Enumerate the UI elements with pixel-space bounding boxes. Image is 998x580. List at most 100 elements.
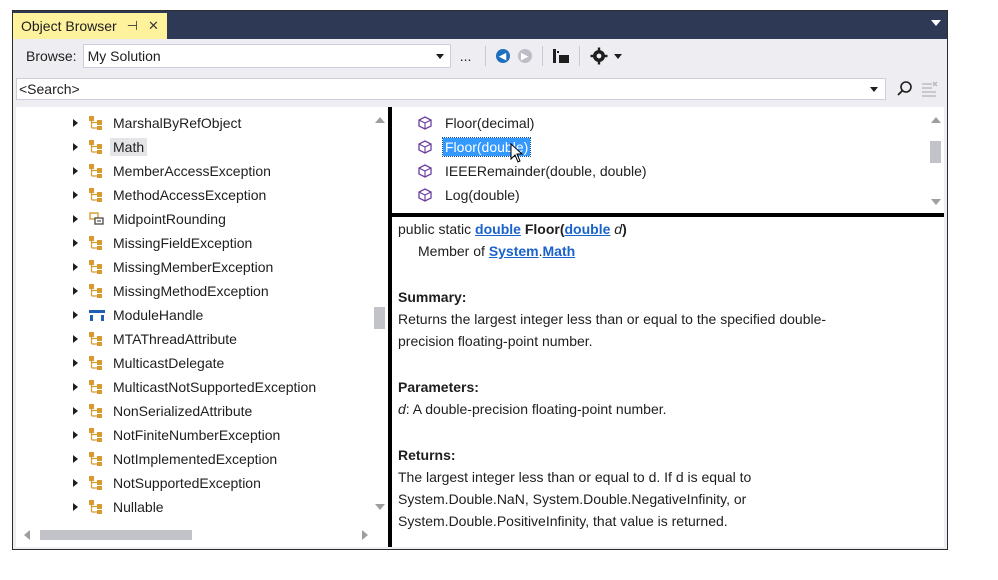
member-item[interactable]: IEEERemainder(double, double) <box>418 160 647 182</box>
expand-arrow-icon[interactable] <box>73 383 78 391</box>
window-menu-dropdown-icon[interactable] <box>931 20 941 26</box>
expand-arrow-icon[interactable] <box>73 407 78 415</box>
tree-item-label: ModuleHandle <box>113 307 204 323</box>
tree-item[interactable]: Nullable <box>73 496 164 518</box>
expand-arrow-icon[interactable] <box>73 167 78 175</box>
tree-item[interactable]: MulticastNotSupportedException <box>73 376 316 398</box>
parameter-description: d: A double-precision floating-point num… <box>398 401 667 417</box>
tree-item[interactable]: MidpointRounding <box>73 208 226 230</box>
param-type-link[interactable]: double <box>565 221 611 237</box>
forward-arrow-icon: ▶ <box>517 49 532 63</box>
class-icon <box>88 283 106 299</box>
tree-item[interactable]: MissingFieldException <box>73 232 252 254</box>
scroll-thumb[interactable] <box>40 530 192 540</box>
chevron-down-icon <box>613 53 622 59</box>
clear-search-icon[interactable] <box>920 80 938 98</box>
expand-arrow-icon[interactable] <box>73 335 78 343</box>
returns-text-line2: System.Double.NaN, System.Double.Negativ… <box>398 491 747 507</box>
class-icon <box>88 475 106 491</box>
tree-item[interactable]: Math <box>73 136 148 158</box>
member-of-label: Member of <box>418 243 485 259</box>
expand-arrow-icon[interactable] <box>73 287 78 295</box>
tree-item[interactable]: NotImplementedException <box>73 448 277 470</box>
tree-item[interactable]: MethodAccessException <box>73 184 266 206</box>
members-vertical-scrollbar[interactable] <box>927 107 944 213</box>
expand-arrow-icon[interactable] <box>73 503 78 511</box>
summary-text-line2: precision floating-point number. <box>398 333 593 349</box>
toolbar-separator <box>541 46 543 66</box>
browse-scope-dropdown[interactable]: My Solution <box>82 44 451 68</box>
member-signature: public static double Floor(double d) <box>398 221 627 237</box>
expand-arrow-icon[interactable] <box>73 479 78 487</box>
scroll-thumb[interactable] <box>374 307 385 329</box>
namespace-link[interactable]: System <box>489 243 539 259</box>
member-item[interactable]: Log(double) <box>418 184 520 206</box>
tree-item-label: MemberAccessException <box>113 163 271 179</box>
expand-arrow-icon[interactable] <box>73 431 78 439</box>
chevron-down-icon[interactable] <box>870 87 878 92</box>
tree-item-label: NotImplementedException <box>113 451 278 467</box>
method-icon <box>418 116 432 130</box>
mouse-pointer-icon <box>510 143 524 163</box>
search-icon[interactable] <box>896 80 914 98</box>
expand-arrow-icon[interactable] <box>73 215 78 223</box>
tree-item[interactable]: MemberAccessException <box>73 160 271 182</box>
expand-arrow-icon[interactable] <box>73 191 78 199</box>
returns-heading: Returns: <box>398 447 456 463</box>
objects-pane: MarshalByRefObject Math MemberAccessExcept… <box>16 107 388 547</box>
scroll-down-icon[interactable] <box>375 504 385 510</box>
scroll-right-icon[interactable] <box>362 530 368 540</box>
expand-arrow-icon[interactable] <box>73 311 78 319</box>
tree-item[interactable]: MissingMemberException <box>73 256 273 278</box>
chevron-down-icon <box>435 54 444 59</box>
close-icon[interactable]: ✕ <box>148 18 159 34</box>
tree-item[interactable]: NotSupportedException <box>73 472 261 494</box>
scroll-down-icon[interactable] <box>931 199 941 205</box>
settings-dropdown-button[interactable] <box>586 44 626 68</box>
tree-item-label: MethodAccessException <box>113 187 267 203</box>
expand-arrow-icon[interactable] <box>73 239 78 247</box>
toolbar-separator <box>578 46 580 66</box>
return-type-link[interactable]: double <box>475 221 521 237</box>
tree-item-label: Math <box>110 138 148 156</box>
browse-label: Browse: <box>26 48 77 64</box>
member-item[interactable]: Floor(decimal) <box>418 112 534 134</box>
tree-item-label: MulticastNotSupportedException <box>113 379 317 395</box>
expand-arrow-icon[interactable] <box>73 143 78 151</box>
tree-item[interactable]: MarshalByRefObject <box>73 112 241 134</box>
class-icon <box>88 259 106 275</box>
tab-object-browser[interactable]: Object Browser ⊣ ✕ <box>13 13 167 39</box>
toolbar-separator <box>484 46 486 66</box>
tree-item[interactable]: MTAThreadAttribute <box>73 328 237 350</box>
expand-arrow-icon[interactable] <box>73 359 78 367</box>
scroll-thumb[interactable] <box>930 141 941 163</box>
expand-arrow-icon[interactable] <box>73 263 78 271</box>
class-icon <box>88 379 106 395</box>
tree-item[interactable]: NonSerializedAttribute <box>73 400 252 422</box>
add-to-references-button[interactable] <box>549 44 573 68</box>
objects-horizontal-scrollbar[interactable] <box>16 522 388 547</box>
pin-icon[interactable]: ⊣ <box>127 18 138 34</box>
search-input[interactable] <box>17 81 859 97</box>
scroll-up-icon[interactable] <box>375 117 385 123</box>
tree-item[interactable]: MulticastDelegate <box>73 352 224 374</box>
tree-item[interactable]: MissingMethodException <box>73 280 269 302</box>
member-item-label: Log(double) <box>445 187 520 203</box>
expand-arrow-icon[interactable] <box>73 119 78 127</box>
description-pane: public static double Floor(double d) Mem… <box>392 217 944 547</box>
class-link[interactable]: Math <box>543 243 576 259</box>
tree-item[interactable]: ModuleHandle <box>73 304 203 326</box>
expand-arrow-icon[interactable] <box>73 455 78 463</box>
member-item-label: Floor(decimal) <box>445 115 535 131</box>
browse-scope-value: My Solution <box>87 48 161 64</box>
scroll-left-icon[interactable] <box>24 530 30 540</box>
tree-item[interactable]: NotFiniteNumberException <box>73 424 280 446</box>
tree-item-label: MTAThreadAttribute <box>113 331 237 347</box>
forward-button[interactable]: ▶ <box>514 44 536 68</box>
edit-custom-component-set-button[interactable]: ... <box>453 44 479 68</box>
scroll-up-icon[interactable] <box>931 117 941 123</box>
back-button[interactable]: ◀ <box>492 44 514 68</box>
paren-close: ) <box>622 221 627 237</box>
objects-vertical-scrollbar[interactable] <box>371 107 388 522</box>
search-field[interactable] <box>16 78 886 100</box>
